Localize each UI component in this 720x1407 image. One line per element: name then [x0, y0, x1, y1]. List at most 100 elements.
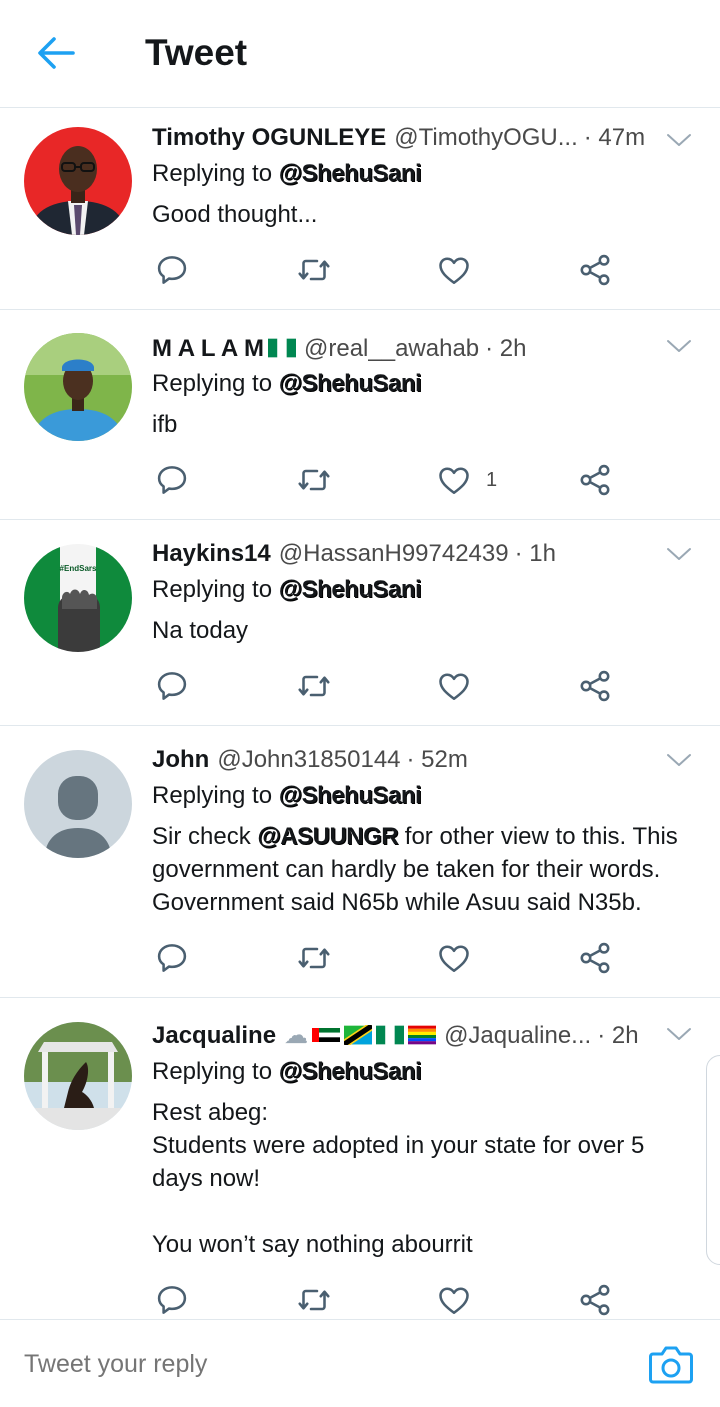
tweet-item[interactable]: M A L A M @real__awahab · 2h Replying to…: [0, 310, 720, 520]
like-button[interactable]: [436, 938, 486, 978]
tanzania-flag-icon: [344, 1025, 373, 1045]
user-handle[interactable]: @HassanH99742439: [279, 539, 509, 569]
avatar-caption: #EndSars: [60, 564, 97, 573]
chevron-down-icon[interactable]: [666, 1026, 692, 1042]
user-handle[interactable]: @TimothyOGU...: [394, 123, 578, 153]
mention-link[interactable]: @ShehuSani: [279, 576, 422, 603]
replying-to-line: Replying to @ShehuSani: [152, 576, 422, 603]
tweet-item[interactable]: #EndSars Haykins14 @HassanH99742439 · 1h…: [0, 520, 720, 726]
share-icon: [577, 668, 613, 704]
timestamp: · 52m: [406, 746, 468, 773]
retweet-icon: [296, 462, 332, 498]
retweet-button[interactable]: [296, 1280, 332, 1320]
reply-button[interactable]: [154, 938, 190, 978]
display-name[interactable]: Haykins14: [152, 539, 271, 569]
reply-icon: [154, 1282, 190, 1318]
default-avatar-icon: [24, 750, 132, 858]
like-icon: [436, 462, 472, 498]
mention-link[interactable]: @ShehuSani: [279, 160, 422, 187]
share-icon: [577, 1282, 613, 1318]
avatar[interactable]: [24, 750, 132, 858]
display-name[interactable]: Jacqualine ☁: [152, 1021, 437, 1051]
retweet-icon: [296, 1282, 332, 1318]
camera-icon: [649, 1346, 693, 1384]
scroll-handle[interactable]: [706, 1055, 720, 1265]
replying-to-line: Replying to @ShehuSani: [152, 1058, 422, 1085]
retweet-button[interactable]: [296, 666, 332, 706]
reply-button[interactable]: [154, 1280, 190, 1320]
tweet-actions: [152, 666, 632, 706]
reply-button[interactable]: [154, 666, 190, 706]
reply-icon: [154, 462, 190, 498]
like-icon: [436, 668, 472, 704]
avatar-image: [24, 127, 132, 235]
share-button[interactable]: [577, 666, 613, 706]
chevron-down-icon[interactable]: [666, 338, 692, 354]
nigeria-flag-icon: [267, 338, 296, 358]
retweet-icon: [296, 668, 332, 704]
tweet-item[interactable]: Jacqualine ☁ @Jaqualine... · 2h Replying …: [0, 998, 720, 1319]
tweet-text: Sir check @ASUUNGR for other view to thi…: [152, 823, 678, 916]
replying-to-line: Replying to @ShehuSani: [152, 160, 422, 187]
back-arrow-icon: [38, 37, 75, 69]
share-icon: [577, 252, 613, 288]
camera-button[interactable]: [648, 1342, 694, 1386]
avatar[interactable]: [24, 1022, 132, 1130]
mention-link[interactable]: @ASUUNGR: [257, 823, 398, 850]
like-button[interactable]: [436, 250, 486, 290]
timestamp: · 47m: [583, 124, 646, 151]
mention-link[interactable]: @ShehuSani: [279, 1058, 422, 1085]
tweet-actions: 1: [152, 460, 632, 500]
like-button[interactable]: [436, 1280, 486, 1320]
display-name[interactable]: Timothy OGUNLEYE: [152, 123, 386, 153]
user-handle[interactable]: @real__awahab: [304, 334, 479, 364]
reply-icon: [154, 252, 190, 288]
display-name[interactable]: M A L A M: [152, 334, 296, 364]
thought-bubble-icon: ☁: [284, 1022, 309, 1049]
like-icon: [436, 1282, 472, 1318]
user-handle[interactable]: @John31850144: [217, 745, 400, 775]
avatar[interactable]: #EndSars: [24, 544, 132, 652]
retweet-button[interactable]: [296, 938, 332, 978]
like-count: 1: [486, 468, 498, 491]
uae-flag-icon: [312, 1028, 341, 1042]
display-name[interactable]: John: [152, 745, 209, 775]
avatar-image: #EndSars: [24, 544, 132, 652]
reply-button[interactable]: [154, 250, 190, 290]
like-button[interactable]: [436, 666, 486, 706]
avatar[interactable]: [24, 333, 132, 441]
chevron-down-icon[interactable]: [666, 546, 692, 562]
tweet-item[interactable]: Timothy OGUNLEYE @TimothyOGU... · 47m Re…: [0, 108, 720, 310]
reply-composer: [0, 1319, 720, 1407]
share-button[interactable]: [577, 460, 613, 500]
share-button[interactable]: [577, 250, 613, 290]
mention-link[interactable]: @ShehuSani: [279, 370, 422, 397]
share-button[interactable]: [577, 1280, 613, 1320]
like-button[interactable]: 1: [436, 460, 497, 500]
reply-icon: [154, 668, 190, 704]
retweet-button[interactable]: [296, 250, 332, 290]
avatar-image: [24, 333, 132, 441]
share-icon: [577, 462, 613, 498]
user-handle[interactable]: @Jaqualine...: [444, 1021, 591, 1051]
tweet-text: Rest abeg: Students were adopted in your…: [152, 1099, 645, 1258]
reply-button[interactable]: [154, 460, 190, 500]
tweet-actions: [152, 250, 632, 290]
reply-input[interactable]: [24, 1348, 584, 1380]
timestamp: · 2h: [485, 335, 527, 362]
chevron-down-icon[interactable]: [666, 752, 692, 768]
timestamp: · 2h: [597, 1022, 639, 1049]
back-button[interactable]: [30, 30, 82, 76]
tweet-actions: [152, 938, 632, 978]
avatar[interactable]: [24, 127, 132, 235]
share-button[interactable]: [577, 938, 613, 978]
mention-link[interactable]: @ShehuSani: [279, 782, 422, 809]
chevron-down-icon[interactable]: [666, 132, 692, 148]
replying-to-line: Replying to @ShehuSani: [152, 370, 422, 397]
retweet-icon: [296, 252, 332, 288]
retweet-button[interactable]: [296, 460, 332, 500]
tweet-item[interactable]: John @John31850144 · 52m Replying to @Sh…: [0, 726, 720, 998]
timestamp: · 1h: [514, 540, 556, 567]
rainbow-flag-icon: [408, 1025, 437, 1045]
nigeria-flag-icon: [376, 1025, 405, 1045]
